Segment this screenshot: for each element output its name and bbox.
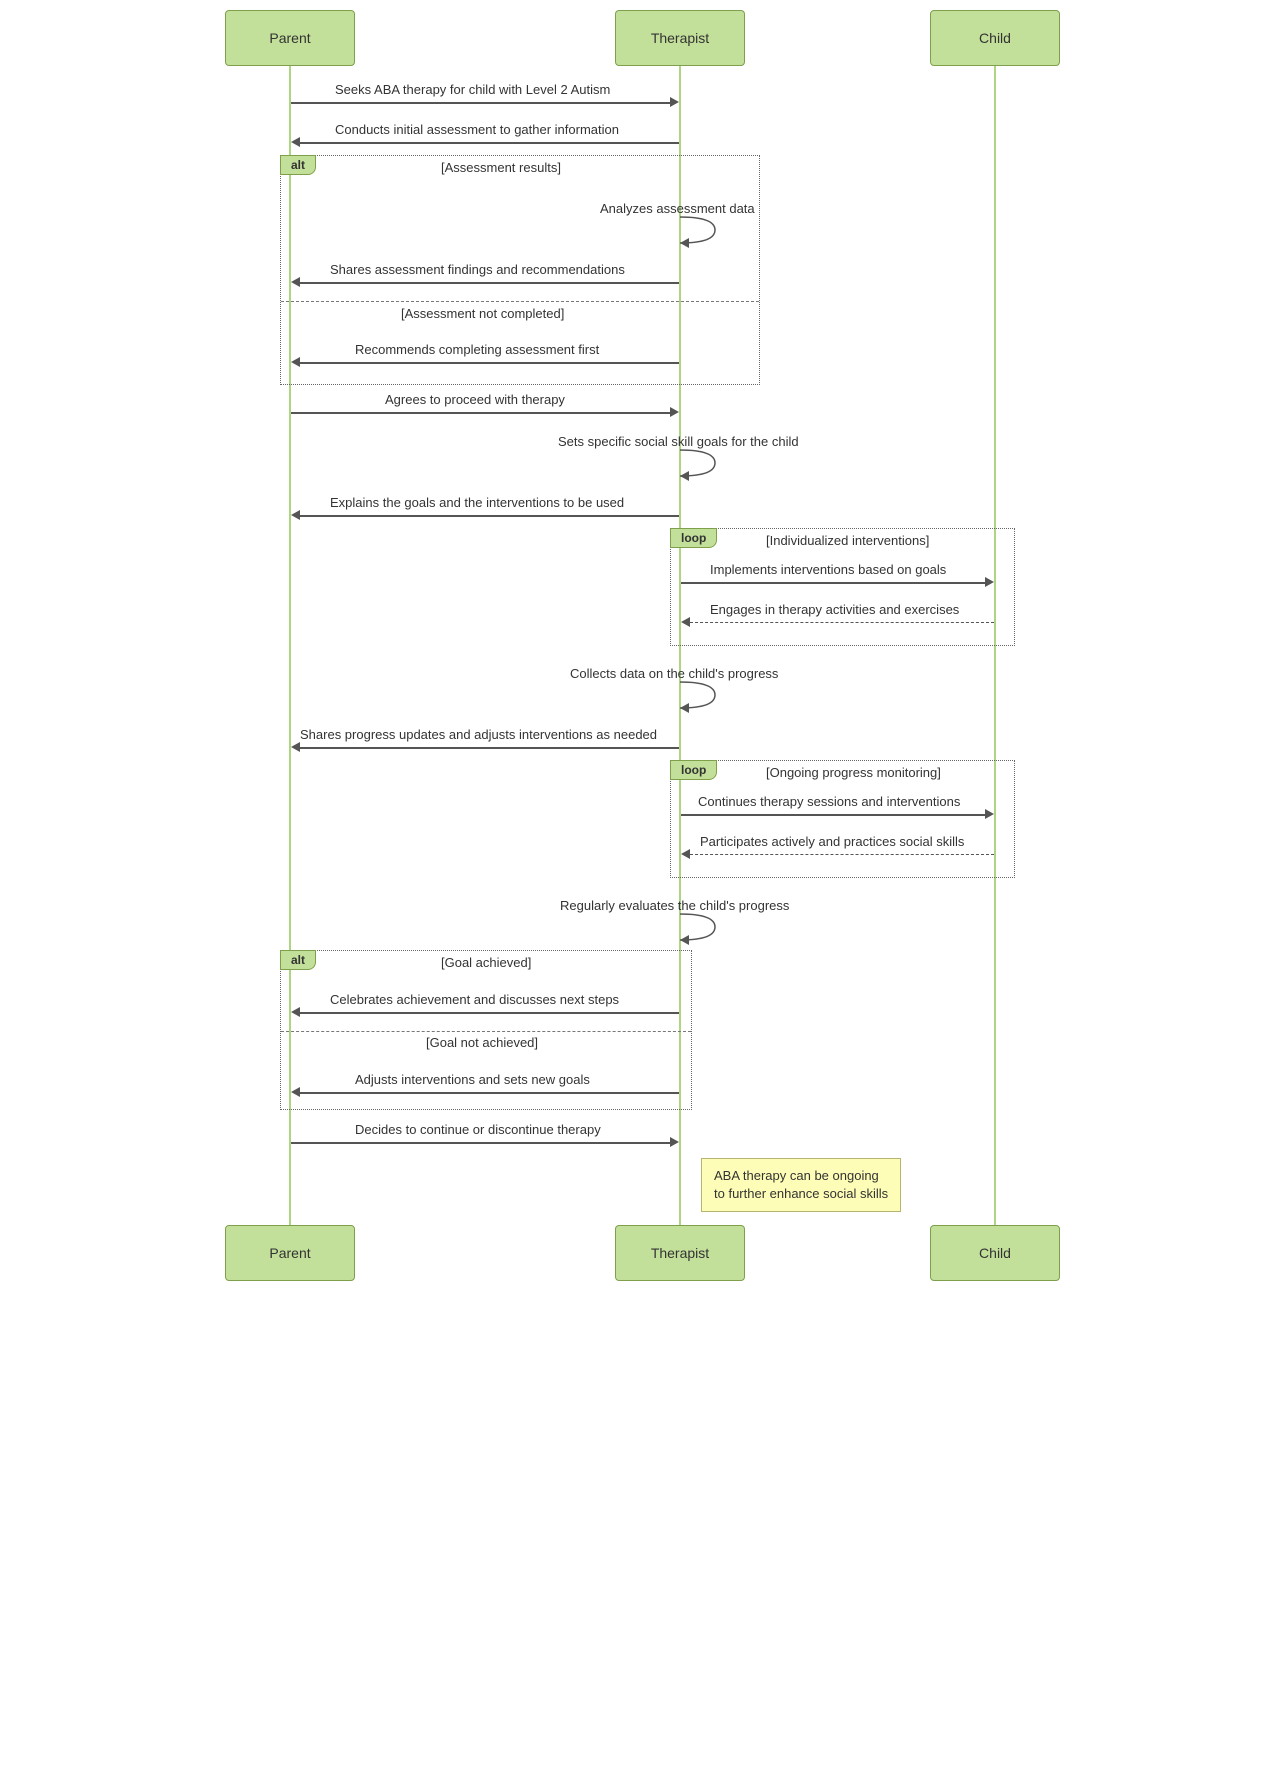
arrowhead-left-icon bbox=[291, 137, 300, 147]
fragment-condition: [Goal not achieved] bbox=[426, 1035, 538, 1050]
message-label: Recommends completing assessment first bbox=[355, 342, 599, 357]
arrowhead-left-icon bbox=[291, 742, 300, 752]
message-arrow bbox=[681, 582, 985, 584]
message-label: Celebrates achievement and discusses nex… bbox=[330, 992, 619, 1007]
actor-label: Child bbox=[979, 1245, 1011, 1261]
actor-label: Parent bbox=[269, 30, 310, 46]
arrowhead-right-icon bbox=[670, 97, 679, 107]
message-label: Analyzes assessment data bbox=[600, 201, 755, 216]
arrowhead-left-icon bbox=[291, 1007, 300, 1017]
message-label: Engages in therapy activities and exerci… bbox=[710, 602, 959, 617]
message-label: Decides to continue or discontinue thera… bbox=[355, 1122, 601, 1137]
message-arrow-return bbox=[690, 854, 994, 855]
message-arrow bbox=[291, 412, 670, 414]
fragment-condition: [Individualized interventions] bbox=[766, 533, 929, 548]
message-arrow bbox=[300, 515, 679, 517]
arrowhead-right-icon bbox=[985, 809, 994, 819]
arrowhead-right-icon bbox=[670, 1137, 679, 1147]
arrowhead-left-icon bbox=[291, 357, 300, 367]
self-message bbox=[680, 217, 720, 250]
arrowhead-left-icon bbox=[681, 849, 690, 859]
message-label: Seeks ABA therapy for child with Level 2… bbox=[335, 82, 610, 97]
actor-label: Child bbox=[979, 30, 1011, 46]
self-message bbox=[680, 914, 720, 947]
message-arrow bbox=[681, 814, 985, 816]
message-label: Shares assessment findings and recommend… bbox=[330, 262, 625, 277]
message-arrow bbox=[300, 362, 679, 364]
fragment-operator: alt bbox=[280, 950, 316, 970]
self-message bbox=[680, 450, 720, 483]
actor-label: Parent bbox=[269, 1245, 310, 1261]
arrowhead-left-icon bbox=[681, 617, 690, 627]
arrowhead-right-icon bbox=[985, 577, 994, 587]
fragment-condition: [Goal achieved] bbox=[441, 955, 531, 970]
message-label: Agrees to proceed with therapy bbox=[385, 392, 565, 407]
message-arrow bbox=[300, 747, 679, 749]
self-message bbox=[680, 682, 720, 715]
message-label: Sets specific social skill goals for the… bbox=[558, 434, 799, 449]
fragment-operator: loop bbox=[670, 760, 717, 780]
arrowhead-left-icon bbox=[291, 510, 300, 520]
message-arrow bbox=[300, 1012, 679, 1014]
actor-parent-top: Parent bbox=[225, 10, 355, 66]
message-label: Participates actively and practices soci… bbox=[700, 834, 964, 849]
actor-child-top: Child bbox=[930, 10, 1060, 66]
arrowhead-left-icon bbox=[291, 277, 300, 287]
actor-therapist-bottom: Therapist bbox=[615, 1225, 745, 1281]
arrowhead-right-icon bbox=[670, 407, 679, 417]
message-label: Shares progress updates and adjusts inte… bbox=[300, 727, 657, 742]
actor-parent-bottom: Parent bbox=[225, 1225, 355, 1281]
actor-child-bottom: Child bbox=[930, 1225, 1060, 1281]
message-label: Regularly evaluates the child's progress bbox=[560, 898, 789, 913]
sequence-diagram: Parent Therapist Child Seeks ABA therapy… bbox=[180, 0, 1100, 10]
message-arrow bbox=[300, 142, 679, 144]
message-arrow bbox=[300, 282, 679, 284]
message-label: Collects data on the child's progress bbox=[570, 666, 778, 681]
actor-label: Therapist bbox=[651, 1245, 709, 1261]
message-arrow bbox=[291, 1142, 670, 1144]
message-arrow-return bbox=[690, 622, 994, 623]
fragment-condition: [Assessment results] bbox=[441, 160, 561, 175]
fragment-operator: alt bbox=[280, 155, 316, 175]
message-arrow bbox=[291, 102, 670, 104]
message-label: Explains the goals and the interventions… bbox=[330, 495, 624, 510]
message-label: Conducts initial assessment to gather in… bbox=[335, 122, 619, 137]
actor-therapist-top: Therapist bbox=[615, 10, 745, 66]
message-arrow bbox=[300, 1092, 679, 1094]
fragment-condition: [Assessment not completed] bbox=[401, 306, 564, 321]
message-label: Adjusts interventions and sets new goals bbox=[355, 1072, 590, 1087]
fragment-operator: loop bbox=[670, 528, 717, 548]
note-line: to further enhance social skills bbox=[714, 1185, 888, 1203]
message-label: Implements interventions based on goals bbox=[710, 562, 946, 577]
message-label: Continues therapy sessions and intervent… bbox=[698, 794, 960, 809]
actor-label: Therapist bbox=[651, 30, 709, 46]
note-box: ABA therapy can be ongoing to further en… bbox=[701, 1158, 901, 1212]
fragment-condition: [Ongoing progress monitoring] bbox=[766, 765, 941, 780]
note-line: ABA therapy can be ongoing bbox=[714, 1167, 888, 1185]
arrowhead-left-icon bbox=[291, 1087, 300, 1097]
